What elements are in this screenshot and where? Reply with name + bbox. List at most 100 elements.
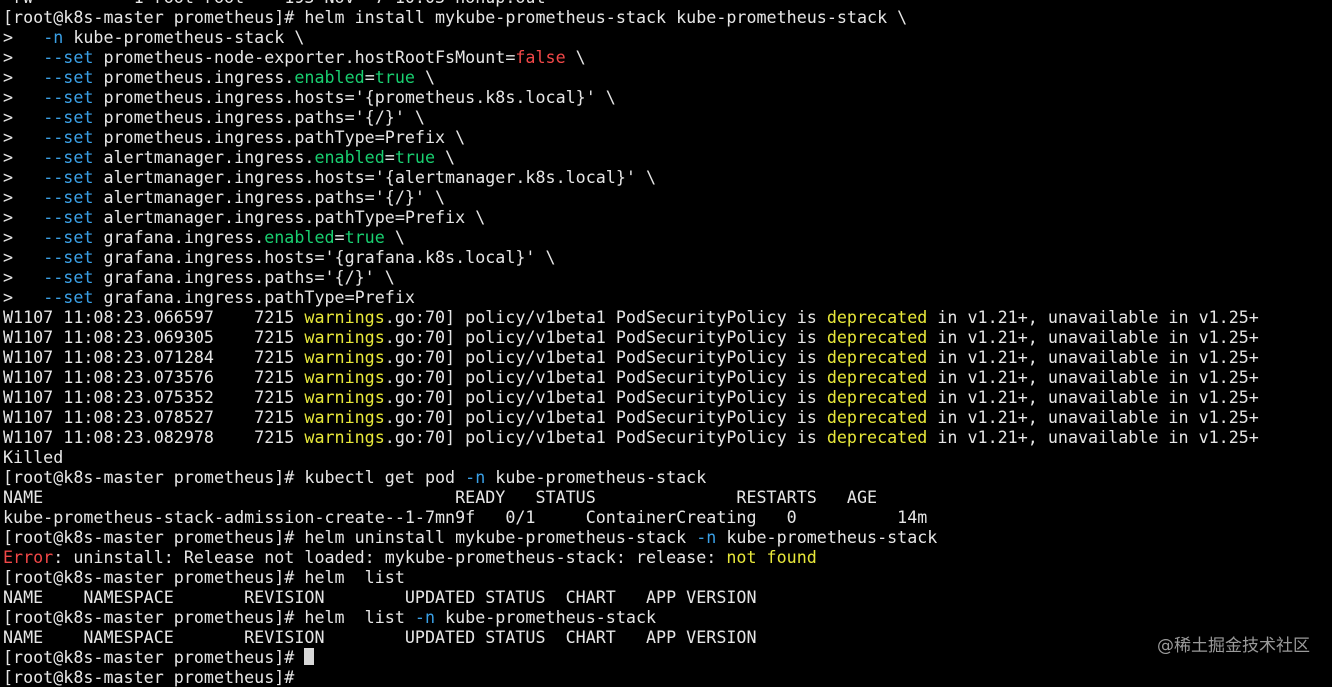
terminal-text: alertmanager.ingress. (93, 147, 315, 167)
terminal-line: > --set grafana.ingress.paths='{/}' \ (3, 267, 1332, 287)
terminal-text: NAME READY STATUS RESTARTS AGE (3, 487, 878, 507)
terminal-line: [root@k8s-master prometheus]# (3, 647, 1332, 667)
terminal-line: W1107 11:08:23.078527 7215 warnings.go:7… (3, 407, 1332, 427)
terminal-text: W1107 11:08:23.069305 7215 (3, 327, 305, 347)
terminal-text: prometheus.ingress.paths='{/}' \ (93, 107, 425, 127)
terminal-text: = (364, 67, 375, 87)
terminal-line: [root@k8s-master prometheus]# kubectl ge… (3, 467, 1332, 487)
terminal-output[interactable]: -rw------- 1 root root 193 Nov 7 10:03 n… (3, 0, 1332, 687)
terminal-text: in v1.21+, unavailable in v1.25+ (927, 347, 1259, 367)
terminal-text: in v1.21+, unavailable in v1.25+ (927, 407, 1259, 427)
terminal-text: > (3, 147, 44, 167)
terminal-text: -n (465, 467, 486, 487)
terminal-text: > (3, 67, 44, 87)
terminal-text: > (3, 207, 44, 227)
terminal-text: kube-prometheus-stack (485, 467, 707, 487)
terminal-text: [root@k8s-master prometheus]# kubectl ge… (3, 467, 466, 487)
terminal-text: true (344, 227, 385, 247)
terminal-text: W1107 11:08:23.078527 7215 (3, 407, 305, 427)
terminal-text: \ (414, 67, 436, 87)
terminal-text: warnings (304, 407, 385, 427)
terminal-text: .go:70] policy/v1beta1 PodSecurityPolicy… (384, 347, 827, 367)
terminal-line: W1107 11:08:23.071284 7215 warnings.go:7… (3, 347, 1332, 367)
terminal-line: kube-prometheus-stack-admission-create--… (3, 507, 1332, 527)
terminal-text: --set (43, 147, 94, 167)
terminal-text: > (3, 107, 44, 127)
terminal-text: --set (43, 107, 94, 127)
terminal-text: prometheus-node-exporter.hostRootFsMount… (93, 47, 516, 67)
terminal-text: deprecated (826, 387, 928, 407)
terminal-text: W1107 11:08:23.071284 7215 (3, 347, 305, 367)
terminal-text: grafana.ingress.paths='{/}' \ (93, 267, 395, 287)
terminal-line: [root@k8s-master prometheus]# helm insta… (3, 7, 1332, 27)
terminal-text: [root@k8s-master prometheus]# helm list (3, 607, 415, 627)
terminal-text: deprecated (826, 327, 928, 347)
terminal-line: -rw------- 1 root root 193 Nov 7 10:03 n… (3, 0, 1332, 7)
terminal-text: deprecated (826, 427, 928, 447)
terminal-text: Killed (3, 447, 64, 467)
terminal-text: -n (43, 27, 64, 47)
terminal-text: grafana.ingress.pathType=Prefix (93, 287, 415, 307)
terminal-text: --set (43, 87, 94, 107)
terminal-text: W1107 11:08:23.066597 7215 (3, 307, 305, 327)
terminal-text: \ (384, 227, 405, 247)
terminal-text: .go:70] policy/v1beta1 PodSecurityPolicy… (384, 367, 827, 387)
terminal-line: > --set alertmanager.ingress.pathType=Pr… (3, 207, 1332, 227)
terminal-line: > --set grafana.ingress.pathType=Prefix (3, 287, 1332, 307)
terminal-text: kube-prometheus-stack \ (63, 27, 305, 47)
terminal-text: [root@k8s-master prometheus]# helm unins… (3, 527, 697, 547)
terminal-text: in v1.21+, unavailable in v1.25+ (927, 427, 1259, 447)
terminal-text: Error (3, 547, 54, 567)
terminal-text: > (3, 127, 44, 147)
terminal-line: NAME NAMESPACE REVISION UPDATED STATUS C… (3, 627, 1332, 647)
terminal-line: Error: uninstall: Release not loaded: my… (3, 547, 1332, 567)
terminal-line: NAME NAMESPACE REVISION UPDATED STATUS C… (3, 587, 1332, 607)
terminal-text: kube-prometheus-stack (435, 607, 657, 627)
terminal-text: true (374, 67, 415, 87)
terminal-text: alertmanager.ingress.hosts='{alertmanage… (93, 167, 657, 187)
terminal-line: > --set grafana.ingress.enabled=true \ (3, 227, 1332, 247)
terminal-text: > (3, 167, 44, 187)
terminal-text: --set (43, 167, 94, 187)
terminal-line: > --set prometheus-node-exporter.hostRoo… (3, 47, 1332, 67)
terminal-text: W1107 11:08:23.082978 7215 (3, 427, 305, 447)
terminal-text: deprecated (826, 407, 928, 427)
terminal-text: -n (414, 607, 436, 627)
terminal-text: W1107 11:08:23.075352 7215 (3, 387, 305, 407)
terminal-text: > (3, 247, 44, 267)
terminal-text: kube-prometheus-stack (716, 527, 938, 547)
terminal-text: in v1.21+, unavailable in v1.25+ (927, 327, 1259, 347)
terminal-text: .go:70] policy/v1beta1 PodSecurityPolicy… (384, 327, 827, 347)
terminal-text: warnings (304, 347, 385, 367)
terminal-text: .go:70] policy/v1beta1 PodSecurityPolicy… (384, 407, 827, 427)
terminal-line: > --set prometheus.ingress.pathType=Pref… (3, 127, 1332, 147)
terminal-text: --set (43, 47, 94, 67)
terminal-text: > (3, 287, 44, 307)
terminal-text: warnings (304, 427, 385, 447)
terminal-text: true (394, 147, 436, 167)
terminal-text: alertmanager.ingress.paths='{/}' \ (93, 187, 446, 207)
terminal-text: deprecated (826, 307, 928, 327)
terminal-cursor (304, 648, 315, 665)
terminal-text: > (3, 87, 44, 107)
terminal-line: [root@k8s-master prometheus]# (3, 667, 1332, 687)
terminal-text: [root@k8s-master prometheus]# helm list (3, 567, 405, 587)
terminal-text: --set (43, 247, 94, 267)
terminal-line: > --set prometheus.ingress.paths='{/}' \ (3, 107, 1332, 127)
terminal-text: warnings (304, 367, 385, 387)
terminal-line: W1107 11:08:23.082978 7215 warnings.go:7… (3, 427, 1332, 447)
terminal-line: > --set alertmanager.ingress.hosts='{ale… (3, 167, 1332, 187)
terminal-text: prometheus.ingress.hosts='{prometheus.k8… (93, 87, 616, 107)
terminal-text: kube-prometheus-stack-admission-create--… (3, 507, 928, 527)
terminal-line: > --set prometheus.ingress.hosts='{prome… (3, 87, 1332, 107)
terminal-text: .go:70] policy/v1beta1 PodSecurityPolicy… (384, 307, 827, 327)
terminal-line: W1107 11:08:23.066597 7215 warnings.go:7… (3, 307, 1332, 327)
terminal-text: not found (726, 547, 817, 567)
terminal-text: > (3, 187, 44, 207)
terminal-text: .go:70] policy/v1beta1 PodSecurityPolicy… (384, 427, 827, 447)
terminal-text: .go:70] policy/v1beta1 PodSecurityPolicy… (384, 387, 827, 407)
terminal-text: > (3, 27, 44, 47)
terminal-line: > --set alertmanager.ingress.enabled=tru… (3, 147, 1332, 167)
terminal-text: = (334, 227, 345, 247)
terminal-text: warnings (304, 387, 385, 407)
